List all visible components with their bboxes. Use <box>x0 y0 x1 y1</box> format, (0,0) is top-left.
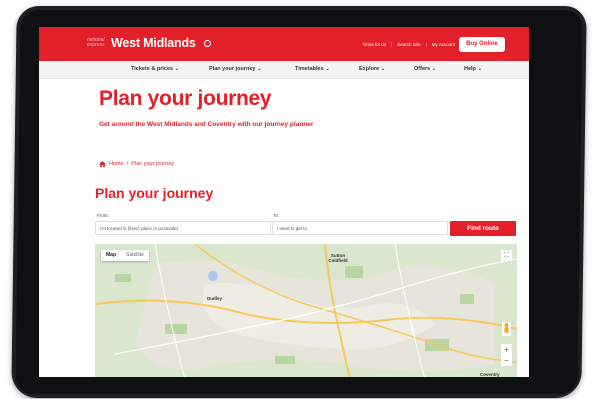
breadcrumb-current: Plan your journey <box>131 161 175 167</box>
to-placeholder: I need to get to <box>277 226 308 231</box>
breadcrumb-home-link[interactable]: Home <box>109 161 124 167</box>
search-site-link[interactable]: Search Site <box>397 42 420 47</box>
journey-map[interactable]: Map Satellite ⛶ Sutton Coldfield Dudley … <box>95 244 517 377</box>
chevron-down-icon: ⌄ <box>257 66 262 72</box>
map-tab[interactable]: Map <box>101 250 121 261</box>
chevron-down-icon: ⌄ <box>325 66 330 72</box>
find-route-button[interactable]: Find route <box>450 221 516 236</box>
my-account-link[interactable]: My Account <box>432 42 455 47</box>
nav-help[interactable]: Help ⌄ <box>464 66 482 72</box>
zoom-out-button[interactable]: − <box>501 355 512 366</box>
nav-label: Offers <box>414 66 431 72</box>
map-tiles <box>95 244 517 377</box>
nav-label: Plan your journey <box>209 66 256 72</box>
nav-explore[interactable]: Explore ⌄ <box>359 66 385 72</box>
site-logo[interactable]: national express West Midlands <box>87 36 211 50</box>
street-view-pegman-icon[interactable] <box>502 322 511 336</box>
satellite-tab[interactable]: Satellite <box>121 250 149 261</box>
top-link-separator: | <box>425 42 427 47</box>
home-icon <box>99 161 106 167</box>
chevron-down-icon: ⌄ <box>431 66 437 72</box>
hero-subtitle: Get around the West Midlands and Coventr… <box>99 121 314 128</box>
to-label: To: <box>273 213 280 218</box>
breadcrumb: Home / Plan your journey <box>99 161 174 167</box>
logo-main-text: West Midlands <box>111 36 196 50</box>
site-header: national express West Midlands Drive for… <box>39 27 529 61</box>
hero-title: Plan your journey <box>99 87 272 110</box>
nav-label: Tickets & prices <box>131 66 174 72</box>
chevron-down-icon: ⌄ <box>174 66 180 72</box>
from-input[interactable]: I'm located in (fixed, place or postcode… <box>95 221 271 235</box>
location-dot-icon <box>203 39 211 47</box>
logo-small-text: national express <box>87 36 105 48</box>
nav-tickets-prices[interactable]: Tickets & prices ⌄ <box>131 66 179 72</box>
breadcrumb-separator: / <box>126 161 129 167</box>
to-input[interactable]: I need to get to <box>272 221 448 235</box>
buy-online-button[interactable]: Buy Online <box>459 37 505 52</box>
chevron-down-icon: ⌄ <box>380 66 386 72</box>
nav-label: Timetables <box>295 66 324 72</box>
nav-offers[interactable]: Offers ⌄ <box>414 66 436 72</box>
top-link-separator: | <box>391 42 393 47</box>
map-label-sutton-coldfield: Sutton Coldfield <box>328 253 348 263</box>
zoom-in-button[interactable]: + <box>501 344 512 355</box>
map-label-coventry: Coventry <box>480 372 500 377</box>
fullscreen-icon[interactable]: ⛶ <box>501 250 512 261</box>
zoom-controls: + − <box>501 344 512 366</box>
tablet-screen: national express West Midlands Drive for… <box>39 27 529 377</box>
planner-title: Plan your journey <box>95 185 214 201</box>
nav-label: Explore <box>359 66 380 72</box>
top-links: Drive for us | Search Site | My Account <box>363 42 455 47</box>
nav-timetables[interactable]: Timetables ⌄ <box>295 66 330 72</box>
from-label: From: <box>97 213 109 218</box>
pegman-figure-icon <box>504 323 509 333</box>
map-label-dudley: Dudley <box>207 296 223 301</box>
from-placeholder: I'm located in (fixed, place or postcode… <box>100 226 179 231</box>
chevron-down-icon: ⌄ <box>477 66 483 72</box>
nav-plan-your-journey[interactable]: Plan your journey ⌄ <box>209 66 262 72</box>
main-nav: Tickets & prices ⌄ Plan your journey ⌄ T… <box>39 61 529 79</box>
drive-for-us-link[interactable]: Drive for us <box>363 42 386 47</box>
map-type-toggle: Map Satellite <box>101 250 149 261</box>
nav-label: Help <box>464 66 476 72</box>
